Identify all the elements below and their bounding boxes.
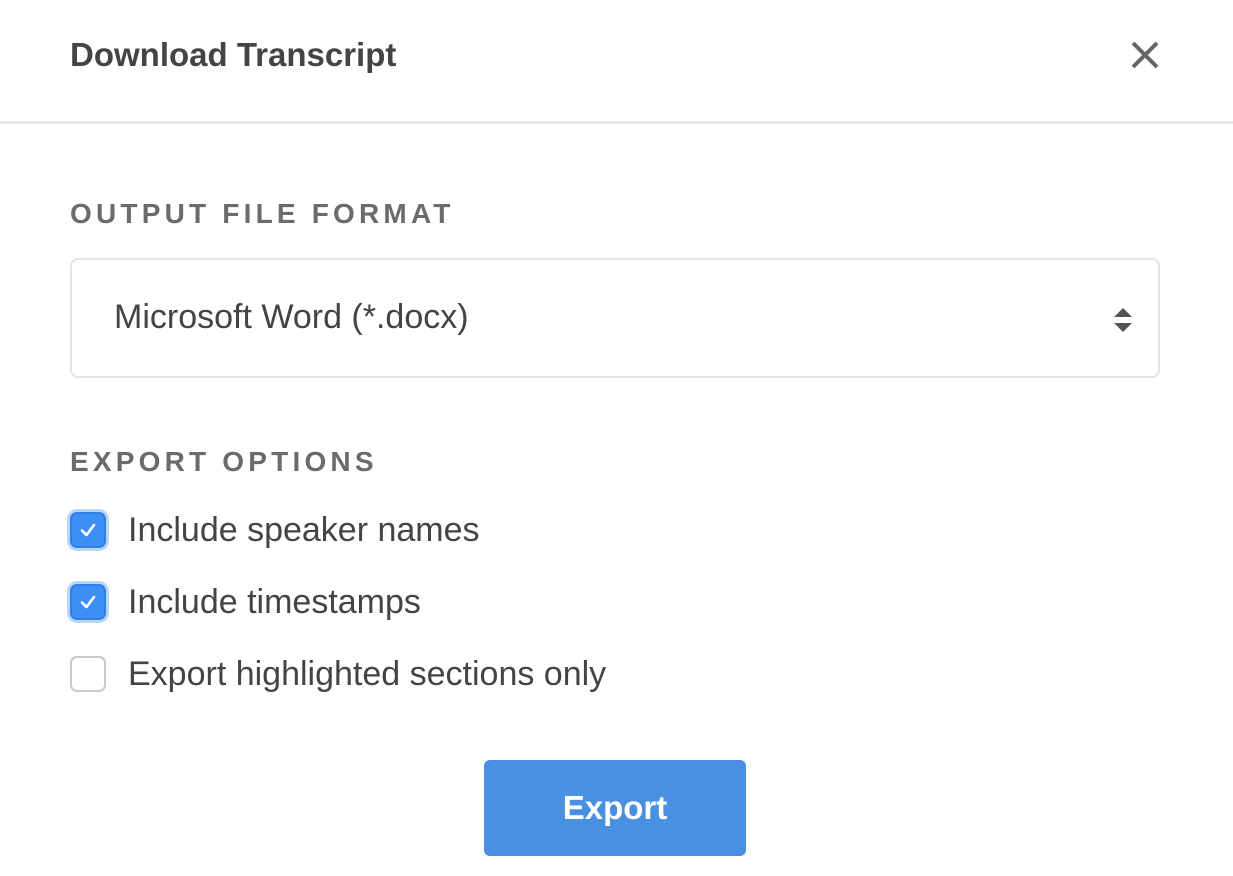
option-include-speaker-names[interactable]: Include speaker names xyxy=(70,510,770,550)
option-include-timestamps[interactable]: Include timestamps xyxy=(70,582,770,622)
export-options-label: EXPORT OPTIONS xyxy=(70,446,378,477)
download-transcript-dialog: Download Transcript OUTPUT FILE FORMAT M… xyxy=(0,0,1233,876)
highlighted-only-label: Export highlighted sections only xyxy=(128,654,607,693)
timestamps-checkbox[interactable] xyxy=(70,584,106,620)
timestamps-label: Include timestamps xyxy=(128,582,421,621)
speaker-names-checkbox[interactable] xyxy=(70,512,106,548)
dialog-header: Download Transcript xyxy=(0,0,1233,124)
dialog-title: Download Transcript xyxy=(70,36,397,73)
output-format-select[interactable]: Microsoft Word (*.docx) xyxy=(70,258,1160,378)
select-updown-icon xyxy=(1114,308,1132,332)
close-icon xyxy=(1131,41,1159,69)
export-button[interactable]: Export xyxy=(484,760,746,856)
option-export-highlighted-only[interactable]: Export highlighted sections only xyxy=(70,654,770,694)
highlighted-only-checkbox[interactable] xyxy=(70,656,106,692)
speaker-names-label: Include speaker names xyxy=(128,510,480,549)
output-format-value: Microsoft Word (*.docx) xyxy=(114,298,469,336)
checkmark-icon xyxy=(80,595,96,609)
close-button[interactable] xyxy=(1124,34,1166,76)
checkmark-icon xyxy=(80,523,96,537)
output-format-label: OUTPUT FILE FORMAT xyxy=(70,198,455,229)
